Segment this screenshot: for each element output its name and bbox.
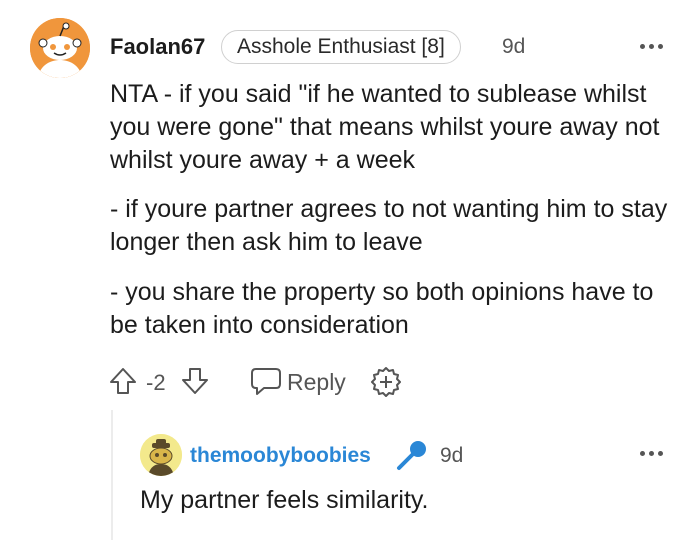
reply-text: My partner feels similarity. bbox=[140, 486, 429, 514]
reply-icon[interactable] bbox=[250, 366, 282, 396]
reply-avatar[interactable] bbox=[140, 434, 182, 476]
more-options-icon[interactable] bbox=[637, 36, 667, 56]
reply-username[interactable]: themoobyboobies bbox=[190, 444, 371, 468]
snoo-avatar-icon bbox=[30, 18, 90, 78]
comment-paragraph-2: - if youre partner agrees to not wanting… bbox=[110, 195, 668, 256]
more-options-icon[interactable] bbox=[637, 443, 667, 463]
user-flair: Asshole Enthusiast [8] bbox=[221, 30, 461, 64]
microphone-icon bbox=[395, 438, 429, 477]
reply-timestamp[interactable]: 9d bbox=[440, 444, 463, 468]
comment-username[interactable]: Faolan67 bbox=[110, 34, 205, 60]
comment-paragraph-1: NTA - if you said "if he wanted to suble… bbox=[110, 80, 660, 174]
reply-button[interactable]: Reply bbox=[287, 369, 346, 396]
upvote-icon[interactable] bbox=[108, 366, 138, 396]
downvote-icon[interactable] bbox=[180, 366, 210, 396]
award-icon[interactable] bbox=[370, 366, 402, 398]
avatar[interactable] bbox=[30, 18, 90, 78]
snoo-avatar-icon bbox=[140, 434, 182, 476]
comment-timestamp[interactable]: 9d bbox=[502, 35, 525, 59]
comment-paragraph-3: - you share the property so both opinion… bbox=[110, 278, 654, 339]
vote-score: -2 bbox=[146, 370, 166, 395]
thread-line[interactable] bbox=[111, 410, 113, 540]
